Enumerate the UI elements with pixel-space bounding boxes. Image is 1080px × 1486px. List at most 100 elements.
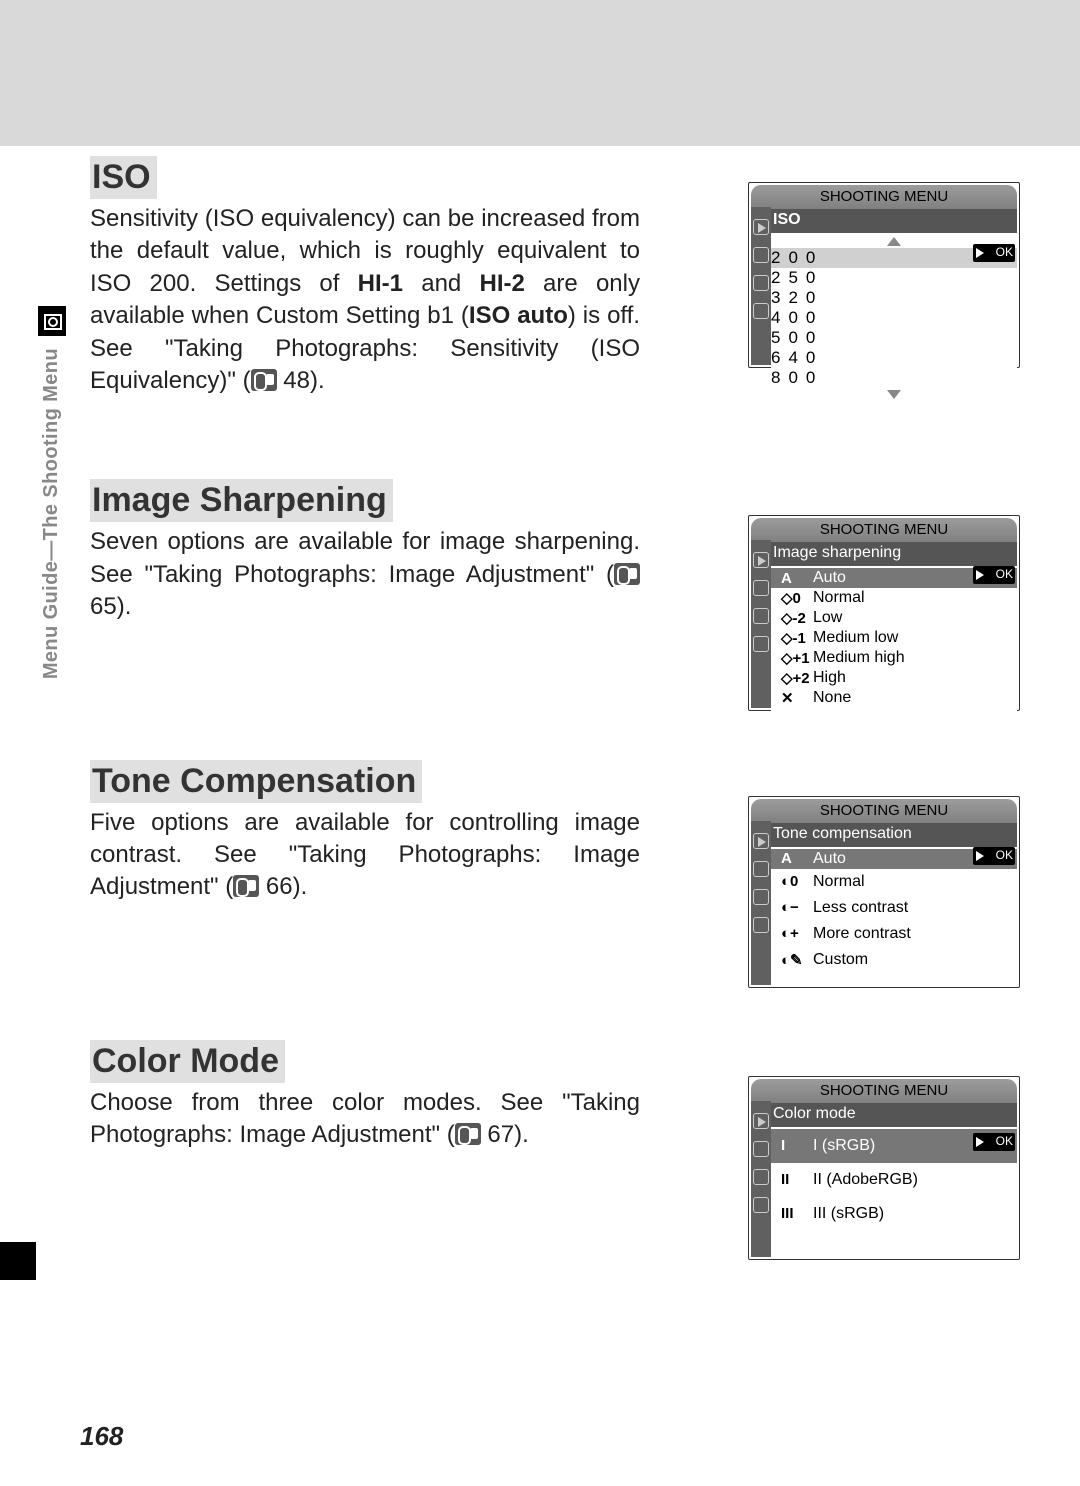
i: A <box>781 850 813 867</box>
i: II <box>781 1171 813 1188</box>
heading-sharpen: Image Sharpening <box>90 479 393 522</box>
body-iso: Sensitivity (ISO equivalency) can be inc… <box>90 203 640 397</box>
v: Less contrast <box>813 899 1013 917</box>
v: Normal <box>813 589 1013 607</box>
v: II (AdobeRGB) <box>813 1171 1013 1189</box>
ok-badge[interactable]: OK <box>973 566 1015 584</box>
wrench-icon <box>753 917 769 933</box>
i: ◇0 <box>781 589 813 607</box>
menu-item[interactable]: ◇-1Medium low <box>771 628 1017 648</box>
i: ◇+1 <box>781 649 813 667</box>
menu-sidebar <box>751 821 771 985</box>
menu-color: SHOOTING MENU Color mode II (sRGB) IIII … <box>748 1076 1020 1260</box>
menu-item[interactable]: ◐✎Custom <box>771 947 1017 973</box>
page-ref-icon <box>251 369 277 391</box>
menu-item[interactable]: ✕None <box>771 688 1017 708</box>
menu-list: AAuto ◐0Normal ◐−Less contrast ◐+More co… <box>771 847 1017 977</box>
menu-title: SHOOTING MENU <box>751 799 1017 823</box>
v: Medium high <box>813 649 1013 667</box>
i: ◇-2 <box>781 609 813 627</box>
menu-subtitle: Color mode <box>751 1103 1017 1127</box>
i: I <box>781 1137 813 1154</box>
menu-item[interactable]: 640 <box>771 348 1017 368</box>
v: 320 <box>771 288 1017 308</box>
menu-item[interactable]: 250 <box>771 268 1017 288</box>
v: 640 <box>771 348 1017 368</box>
page-number: 168 <box>80 1421 123 1452</box>
v: 250 <box>771 268 1017 288</box>
v: More contrast <box>813 925 1013 943</box>
t-b: HI-1 <box>358 270 403 297</box>
t: 48). <box>277 367 325 394</box>
ok-badge[interactable]: OK <box>973 847 1015 865</box>
section-tone: Tone Compensation Five options are avail… <box>90 760 1000 904</box>
menu-title: SHOOTING MENU <box>751 518 1017 542</box>
play-icon <box>753 552 769 568</box>
i: A <box>781 570 813 587</box>
v: 800 <box>771 368 1017 388</box>
menu-item[interactable]: 400 <box>771 308 1017 328</box>
body-sharpen: Seven options are available for image sh… <box>90 526 640 623</box>
pencil-icon <box>753 1169 769 1185</box>
v: High <box>813 669 1013 687</box>
wrench-icon <box>753 636 769 652</box>
heading-color: Color Mode <box>90 1040 285 1083</box>
menu-item[interactable]: ◇0Normal <box>771 588 1017 608</box>
heading-tone: Tone Compensation <box>90 760 422 803</box>
camera-icon <box>38 306 66 336</box>
section-color: Color Mode Choose from three color modes… <box>90 1040 1000 1152</box>
play-icon <box>753 219 769 235</box>
ok-badge[interactable]: OK <box>973 244 1015 262</box>
menu-item[interactable]: ◐0Normal <box>771 869 1017 895</box>
body-tone: Five options are available for controlli… <box>90 807 640 904</box>
menu-item[interactable]: IIII (AdobeRGB) <box>771 1163 1017 1197</box>
v: Custom <box>813 951 1013 969</box>
side-tab-text: Menu Guide—The Shooting Menu <box>40 348 63 679</box>
wrench-icon <box>753 303 769 319</box>
v: Medium low <box>813 629 1013 647</box>
t: Seven options are available for image sh… <box>90 528 640 587</box>
menu-subtitle: ISO <box>751 209 1017 233</box>
cam-icon <box>753 247 769 263</box>
page-ref-icon <box>455 1123 481 1145</box>
menu-item[interactable]: IIIIII (sRGB) <box>771 1197 1017 1231</box>
v: 500 <box>771 328 1017 348</box>
menu-item[interactable]: ◐−Less contrast <box>771 895 1017 921</box>
menu-subtitle: Tone compensation <box>751 823 1017 847</box>
i: ◐0 <box>781 873 813 890</box>
menu-item[interactable]: ◇-2Low <box>771 608 1017 628</box>
menu-item[interactable]: 800 <box>771 368 1017 388</box>
pencil-icon <box>753 275 769 291</box>
side-marker <box>0 1242 36 1280</box>
menu-item[interactable]: ◐+More contrast <box>771 921 1017 947</box>
t: 66). <box>259 873 307 900</box>
t: Five options are available for controlli… <box>90 809 640 901</box>
i: ◇-1 <box>781 629 813 647</box>
t-b: ISO auto <box>469 302 568 329</box>
page-ref-icon <box>233 875 259 897</box>
t-b: HI-2 <box>479 270 524 297</box>
menu-subtitle: Image sharpening <box>751 542 1017 566</box>
ok-badge[interactable]: OK <box>973 1133 1015 1151</box>
play-icon <box>753 1113 769 1129</box>
v: Normal <box>813 873 1013 891</box>
i: ◐− <box>781 899 813 916</box>
scroll-up-icon <box>887 237 901 246</box>
menu-tone: SHOOTING MENU Tone compensation AAuto ◐0… <box>748 796 1020 988</box>
menu-item[interactable]: 320 <box>771 288 1017 308</box>
menu-item[interactable]: 500 <box>771 328 1017 348</box>
menu-item[interactable]: ◇+1Medium high <box>771 648 1017 668</box>
t: 65). <box>90 593 131 620</box>
i: ✕ <box>781 689 813 707</box>
menu-item[interactable]: ◇+2High <box>771 668 1017 688</box>
scroll-down-icon <box>887 390 901 399</box>
t: and <box>403 270 479 297</box>
menu-sidebar <box>751 540 771 708</box>
play-icon <box>753 833 769 849</box>
menu-sharpen: SHOOTING MENU Image sharpening AAuto ◇0N… <box>748 515 1020 711</box>
v: None <box>813 689 1013 707</box>
cam-icon <box>753 1141 769 1157</box>
v: Low <box>813 609 1013 627</box>
pencil-icon <box>753 608 769 624</box>
v: 400 <box>771 308 1017 328</box>
